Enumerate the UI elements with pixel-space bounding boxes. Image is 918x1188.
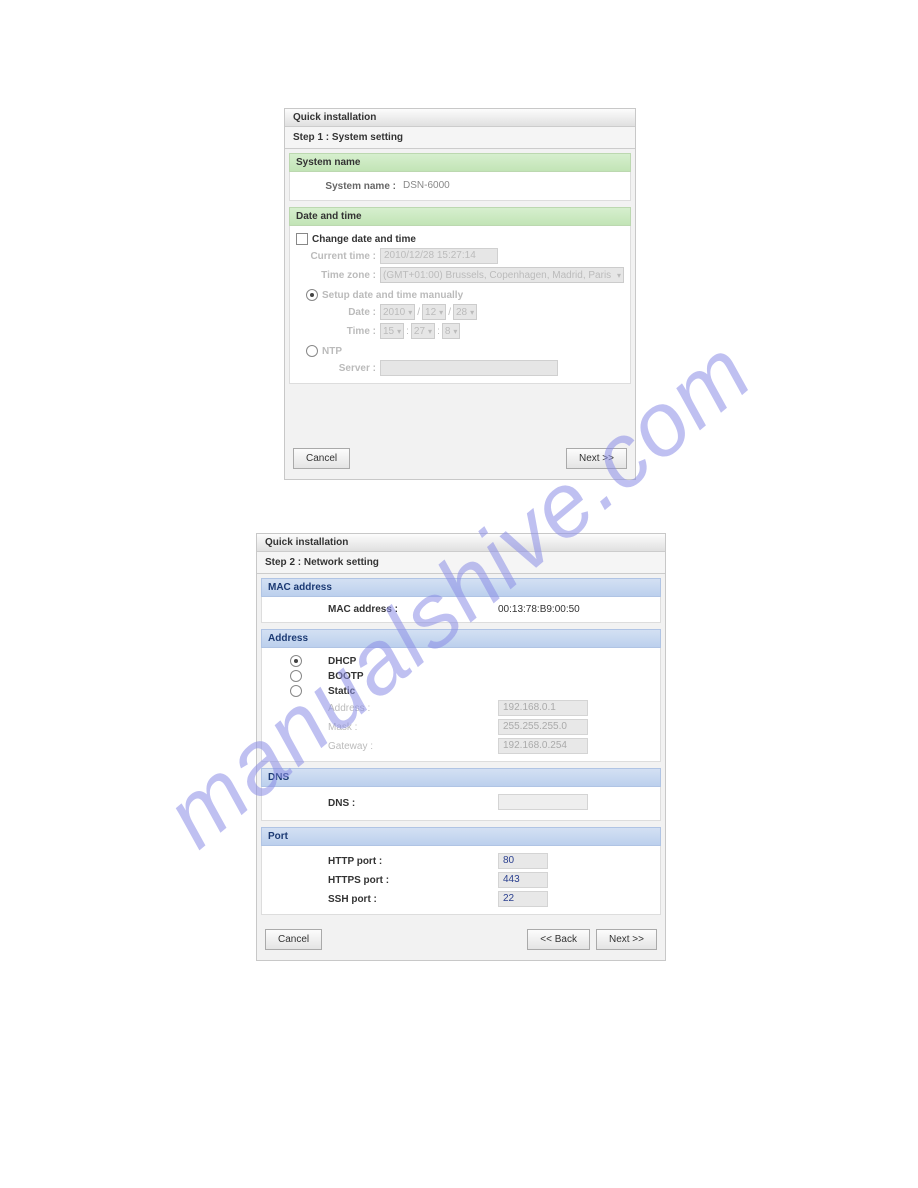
system-name-label: System name : xyxy=(296,181,400,192)
panel1-title: Quick installation xyxy=(285,109,635,127)
time-sep2: : xyxy=(437,326,440,337)
date-day-value: 28 xyxy=(456,307,467,318)
chevron-down-icon: ▾ xyxy=(617,271,621,280)
section-system-name: System name xyxy=(289,153,631,172)
ntp-label: NTP xyxy=(322,346,342,357)
date-year-select[interactable]: 2010▾ xyxy=(380,304,415,320)
date-time-body: Change date and time Current time : 2010… xyxy=(289,226,631,384)
back-button[interactable]: << Back xyxy=(527,929,590,950)
timezone-value: (GMT+01:00) Brussels, Copenhagen, Madrid… xyxy=(383,270,614,281)
date-label: Date : xyxy=(326,307,380,318)
timezone-label: Time zone : xyxy=(296,270,380,281)
port-body: HTTP port : 80 HTTPS port : 443 SSH port… xyxy=(261,846,661,915)
https-port-input[interactable]: 443 xyxy=(498,872,548,888)
panel2-step: Step 2 : Network setting xyxy=(257,552,665,574)
section-port: Port xyxy=(261,827,661,846)
chevron-down-icon: ▾ xyxy=(453,327,457,336)
date-sep2: / xyxy=(448,307,451,318)
dns-label: DNS : xyxy=(268,798,448,809)
static-radio[interactable] xyxy=(290,685,302,697)
time-min-value: 27 xyxy=(414,326,425,337)
timezone-select[interactable]: (GMT+01:00) Brussels, Copenhagen, Madrid… xyxy=(380,267,624,283)
time-hour-value: 15 xyxy=(383,326,394,337)
ssh-port-label: SSH port : xyxy=(268,894,448,905)
system-name-input[interactable]: DSN-6000 xyxy=(400,179,526,193)
date-month-select[interactable]: 12▾ xyxy=(422,304,446,320)
ssh-port-input[interactable]: 22 xyxy=(498,891,548,907)
http-port-label: HTTP port : xyxy=(268,856,448,867)
date-day-select[interactable]: 28▾ xyxy=(453,304,477,320)
bootp-label: BOOTP xyxy=(328,671,364,682)
mask-input[interactable]: 255.255.255.0 xyxy=(498,719,588,735)
chevron-down-icon: ▾ xyxy=(408,308,412,317)
panel-step2: Quick installation Step 2 : Network sett… xyxy=(256,533,666,961)
panel-step1: Quick installation Step 1 : System setti… xyxy=(284,108,636,480)
address-input[interactable]: 192.168.0.1 xyxy=(498,700,588,716)
current-time-input[interactable]: 2010/12/28 15:27:14 xyxy=(380,248,498,264)
address-body: DHCP BOOTP Static Address : 192.168.0.1 … xyxy=(261,648,661,762)
next-button[interactable]: Next >> xyxy=(566,448,627,469)
server-label: Server : xyxy=(326,363,380,374)
time-sec-value: 8 xyxy=(445,326,451,337)
ntp-radio[interactable] xyxy=(306,345,318,357)
dns-body: DNS : xyxy=(261,787,661,821)
gateway-input[interactable]: 192.168.0.254 xyxy=(498,738,588,754)
panel1-step: Step 1 : System setting xyxy=(285,127,635,149)
time-sec-select[interactable]: 8▾ xyxy=(442,323,461,339)
cancel-button[interactable]: Cancel xyxy=(265,929,322,950)
mac-body: MAC address : 00:13:78:B9:00:50 xyxy=(261,597,661,623)
static-label: Static xyxy=(328,686,355,697)
cancel-button[interactable]: Cancel xyxy=(293,448,350,469)
date-sep1: / xyxy=(417,307,420,318)
date-year-value: 2010 xyxy=(383,307,405,318)
bootp-radio[interactable] xyxy=(290,670,302,682)
panel2-title: Quick installation xyxy=(257,534,665,552)
time-field-label: Time : xyxy=(326,326,380,337)
mask-label: Mask : xyxy=(268,722,448,733)
change-date-label: Change date and time xyxy=(312,234,416,245)
chevron-down-icon: ▾ xyxy=(470,308,474,317)
manual-label: Setup date and time manually xyxy=(322,290,463,301)
dhcp-label: DHCP xyxy=(328,656,356,667)
ntp-server-input[interactable] xyxy=(380,360,558,376)
section-dns: DNS xyxy=(261,768,661,787)
next-button[interactable]: Next >> xyxy=(596,929,657,950)
change-date-checkbox[interactable] xyxy=(296,233,308,245)
mac-value: 00:13:78:B9:00:50 xyxy=(448,604,654,615)
time-min-select[interactable]: 27▾ xyxy=(411,323,435,339)
current-time-label: Current time : xyxy=(296,251,380,262)
chevron-down-icon: ▾ xyxy=(397,327,401,336)
http-port-input[interactable]: 80 xyxy=(498,853,548,869)
gateway-label: Gateway : xyxy=(268,741,448,752)
time-hour-select[interactable]: 15▾ xyxy=(380,323,404,339)
dhcp-radio[interactable] xyxy=(290,655,302,667)
mac-label: MAC address : xyxy=(268,604,448,615)
date-month-value: 12 xyxy=(425,307,436,318)
chevron-down-icon: ▾ xyxy=(428,327,432,336)
section-address: Address xyxy=(261,629,661,648)
address-label: Address : xyxy=(268,703,448,714)
manual-radio[interactable] xyxy=(306,289,318,301)
section-date-time: Date and time xyxy=(289,207,631,226)
time-sep1: : xyxy=(406,326,409,337)
system-name-body: System name : DSN-6000 xyxy=(289,172,631,201)
https-port-label: HTTPS port : xyxy=(268,875,448,886)
dns-input[interactable] xyxy=(498,794,588,810)
chevron-down-icon: ▾ xyxy=(439,308,443,317)
section-mac: MAC address xyxy=(261,578,661,597)
